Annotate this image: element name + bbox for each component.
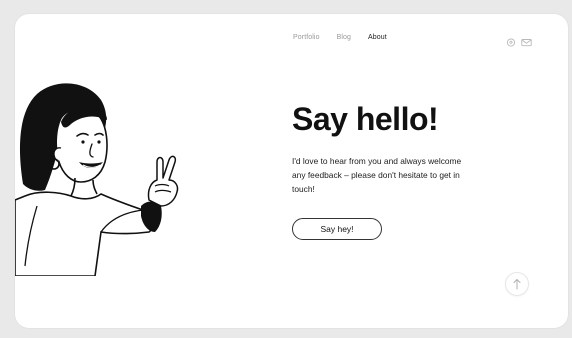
- map-pin-icon[interactable]: [506, 34, 516, 47]
- say-hey-button[interactable]: Say hey!: [292, 218, 382, 240]
- scroll-to-top-button[interactable]: [505, 272, 529, 296]
- nav-link-portfolio[interactable]: Portfolio: [293, 34, 320, 41]
- top-navigation: Portfolio Blog About: [293, 34, 387, 41]
- header-icons: [506, 34, 532, 47]
- hero-headline: Say hello!: [292, 101, 439, 137]
- hero-description: I'd love to hear from you and always wel…: [292, 156, 462, 194]
- arrow-up-icon: [513, 279, 521, 290]
- nav-link-about[interactable]: About: [368, 34, 387, 41]
- page-frame: Portfolio Blog About Say hello! I'd love…: [15, 14, 568, 328]
- nav-link-blog[interactable]: Blog: [337, 34, 351, 41]
- mail-icon[interactable]: [521, 34, 532, 47]
- character-illustration: [15, 66, 205, 277]
